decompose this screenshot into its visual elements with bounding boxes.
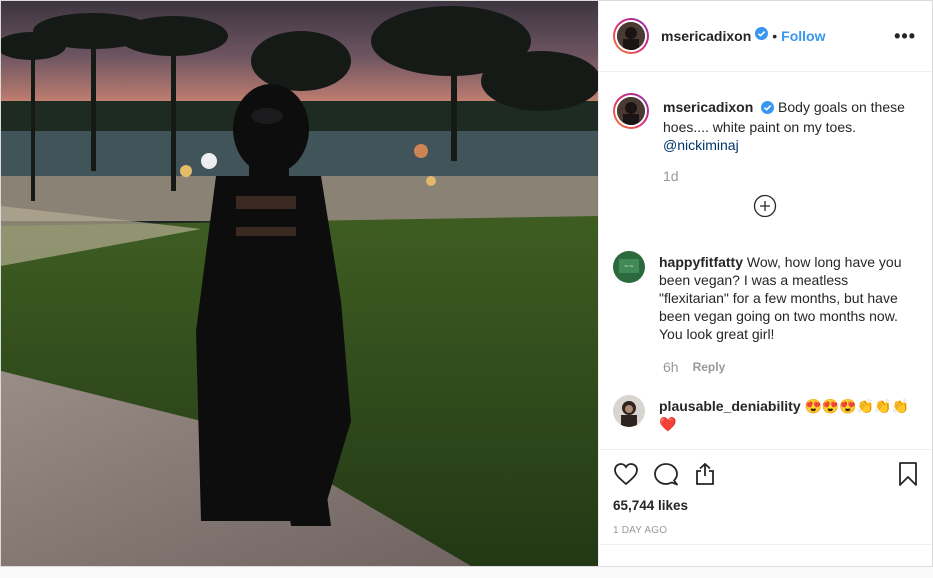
comment-item: plausable_deniability 😍😍😍👏👏👏❤️ — [613, 395, 916, 433]
likes-count[interactable]: 65,744 likes — [613, 498, 918, 513]
comment-username[interactable]: happyfitfatty — [659, 254, 743, 270]
comment-username[interactable]: plausable_deniability — [659, 398, 801, 414]
follow-button[interactable]: Follow — [781, 28, 825, 44]
comments-list: msericadixon Body goals on these hoes...… — [599, 73, 932, 448]
heart-icon[interactable] — [613, 462, 639, 486]
comment-time: 6h — [663, 359, 679, 375]
post-photo[interactable] — [1, 1, 598, 566]
share-icon[interactable] — [693, 462, 717, 486]
mention-link[interactable]: @nickiminaj — [663, 137, 739, 153]
commenter-avatar[interactable]: ~~ — [613, 251, 645, 283]
add-comment-area[interactable] — [599, 544, 932, 567]
caption: msericadixon Body goals on these hoes...… — [613, 93, 916, 154]
comment-icon[interactable] — [653, 462, 679, 486]
plus-circle-icon[interactable] — [753, 194, 777, 218]
comment-item: ~~ happyfitfatty Wow, how long have you … — [613, 251, 916, 343]
caption-avatar[interactable] — [613, 93, 649, 129]
reply-button[interactable]: Reply — [693, 360, 726, 374]
caption-time: 1d — [663, 168, 679, 184]
author-username[interactable]: msericadixon — [661, 28, 751, 44]
more-options-icon[interactable]: ••• — [894, 26, 916, 47]
post-actions: 65,744 likes 1 DAY AGO — [599, 449, 932, 536]
post-date: 1 DAY AGO — [613, 525, 668, 536]
verified-badge-icon — [761, 100, 775, 118]
svg-text:~~: ~~ — [624, 263, 634, 270]
post-card: msericadixon • Follow ••• msericadixon B… — [0, 0, 933, 567]
verified-badge-icon — [755, 27, 769, 45]
post-sidebar: msericadixon • Follow ••• msericadixon B… — [598, 1, 932, 566]
commenter-avatar[interactable] — [613, 395, 645, 427]
post-image — [1, 1, 598, 566]
post-header: msericadixon • Follow ••• — [599, 1, 932, 72]
caption-username[interactable]: msericadixon — [663, 99, 753, 115]
author-avatar[interactable] — [613, 18, 649, 54]
load-more-comments[interactable] — [613, 194, 916, 223]
separator-dot: • — [772, 28, 778, 44]
bookmark-icon[interactable] — [898, 461, 918, 487]
